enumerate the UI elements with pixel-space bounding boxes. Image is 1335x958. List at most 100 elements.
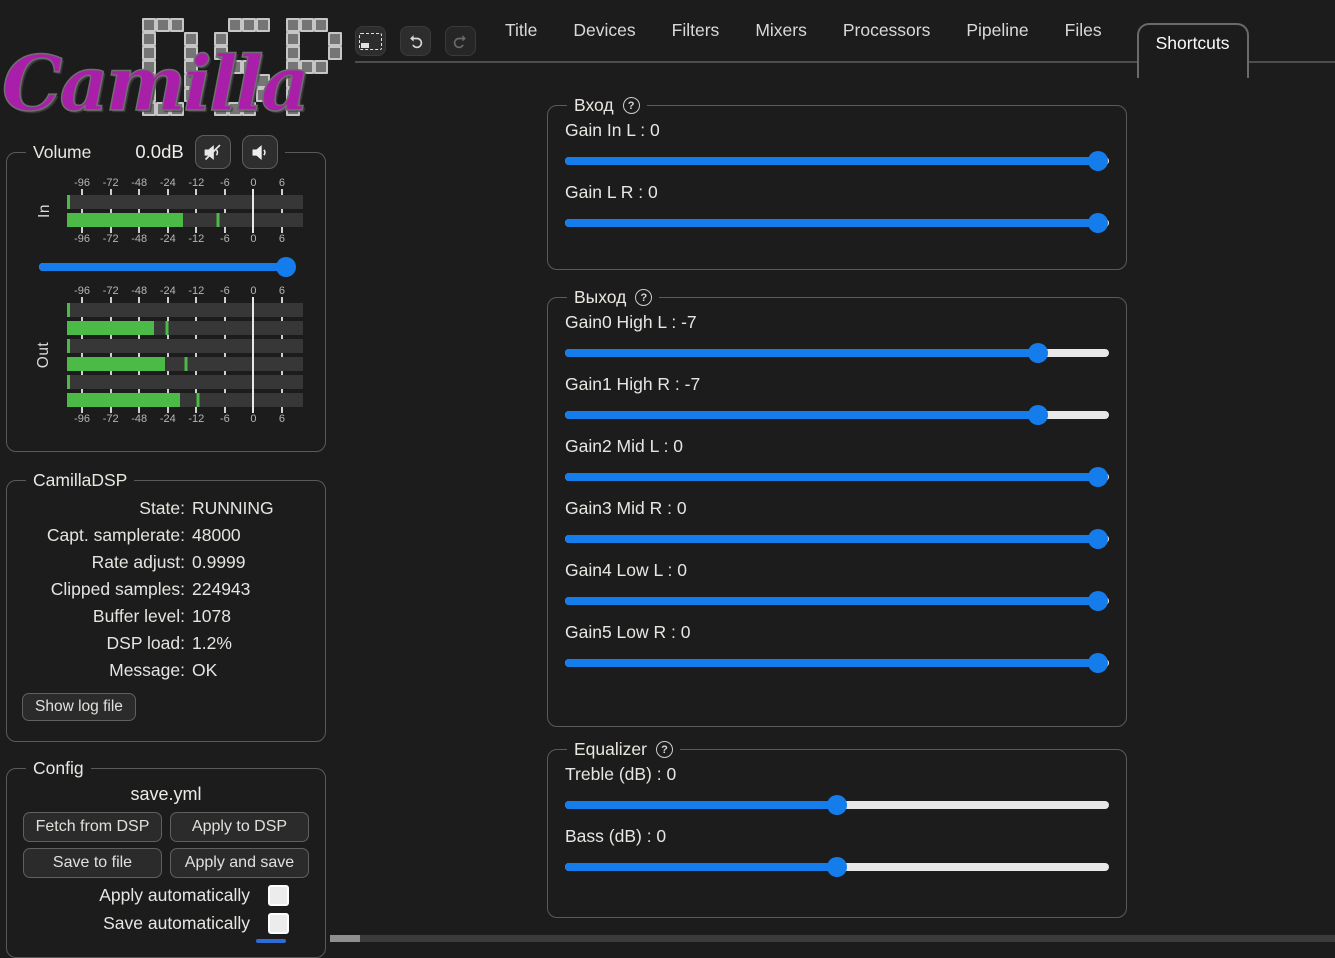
meter-bar <box>67 393 303 407</box>
apply-to-dsp-button[interactable]: Apply to DSP <box>170 812 309 842</box>
slider-thumb[interactable] <box>1088 653 1109 673</box>
slider-thumb[interactable] <box>1088 151 1109 171</box>
pixel-cell <box>170 18 184 32</box>
apply-automatically-checkbox[interactable] <box>268 885 289 906</box>
meter-scale-tick-label: -24 <box>159 177 176 189</box>
tab-files[interactable]: Files <box>1064 18 1103 43</box>
slider-thumb[interactable] <box>827 795 847 815</box>
status-label-state: State: <box>139 498 185 518</box>
slider-fill <box>565 349 1039 357</box>
meter-fill <box>67 303 70 317</box>
level-meter-in: In -96 -72 -48 -24 -12 -6 0 6 -96 -72 -48 -24 -12 -6 0 6 <box>22 177 310 245</box>
slider-gain5-low-r[interactable] <box>565 653 1109 673</box>
save-to-file-button[interactable]: Save to file <box>23 848 162 878</box>
help-icon[interactable]: ? <box>635 289 653 306</box>
meter-scale-tick-label: -48 <box>131 285 148 297</box>
slider-fill <box>565 801 837 809</box>
meter-scale-tick-label: 6 <box>278 413 286 425</box>
pixel-cell <box>242 18 256 32</box>
slider-gain0-high-l[interactable] <box>565 343 1109 363</box>
horizontal-scrollbar-thumb[interactable] <box>330 935 360 942</box>
slider-gain3-mid-r[interactable] <box>565 529 1109 549</box>
slider-thumb[interactable] <box>1028 343 1049 363</box>
status-value-dsp-load: 1.2% <box>192 633 232 653</box>
dashed-rectangle-icon <box>359 32 382 50</box>
status-value-buffer-level: 1078 <box>192 606 231 626</box>
help-icon[interactable]: ? <box>655 741 673 758</box>
tab-devices[interactable]: Devices <box>572 18 636 43</box>
tab-mixers[interactable]: Mixers <box>754 18 808 43</box>
volume-slider[interactable] <box>39 257 297 277</box>
status-label-clipped-samples: Clipped samples: <box>50 579 185 599</box>
slider-thumb[interactable] <box>1088 591 1109 611</box>
slider-thumb[interactable] <box>1088 529 1109 549</box>
section-title: Вход <box>574 95 614 115</box>
slider-thumb[interactable] <box>827 857 847 877</box>
slider-gain2-mid-l[interactable] <box>565 467 1109 487</box>
redo-button[interactable] <box>445 26 476 56</box>
volume-button[interactable] <box>241 135 278 169</box>
meter-scale-tick-label: -6 <box>219 177 230 189</box>
meter-bars <box>67 189 303 233</box>
slider-label-gain1-high-r: Gain1 High R : -7 <box>565 374 701 394</box>
meter-peak-indicator <box>165 321 169 335</box>
meter-bar <box>67 339 303 353</box>
volume-slider-thumb[interactable] <box>276 257 297 277</box>
meter-bar <box>67 357 303 371</box>
slider-gain-in-l[interactable] <box>565 151 1109 171</box>
help-icon[interactable]: ? <box>622 97 640 114</box>
meter-scale-row: -96 -72 -48 -24 -12 -6 0 6 <box>67 177 303 189</box>
meter-scale-tick-label: -48 <box>131 233 148 245</box>
save-automatically-checkbox[interactable] <box>268 913 289 934</box>
slider-label-gain5-low-r: Gain5 Low R : 0 <box>565 622 691 642</box>
status-grid: State: RUNNING Capt. samplerate: 48000 Rate … <box>22 495 310 684</box>
slider-fill <box>565 411 1039 419</box>
compact-view-button[interactable] <box>355 26 386 56</box>
meter-scale-tick-label: 6 <box>278 177 286 189</box>
slider-thumb[interactable] <box>1088 467 1109 487</box>
tab-filters[interactable]: Filters <box>671 18 721 43</box>
slider-treble-db[interactable] <box>565 795 1109 815</box>
slider-thumb[interactable] <box>1028 405 1049 425</box>
mute-button[interactable] <box>194 135 231 169</box>
meter-fill <box>67 393 181 407</box>
redo-arrow-icon <box>451 32 470 51</box>
status-label-rate-adjust: Rate adjust: <box>91 552 185 572</box>
fetch-from-dsp-button[interactable]: Fetch from DSP <box>23 812 162 842</box>
horizontal-scrollbar[interactable] <box>330 935 1335 942</box>
logo-camilla-script: Camilla <box>1 39 311 128</box>
config-legend: Config <box>33 758 84 778</box>
tab-pipeline[interactable]: Pipeline <box>965 18 1029 43</box>
pixel-cell <box>314 18 328 32</box>
pixel-cell <box>228 18 242 32</box>
slider-item-gain5-low-r: Gain5 Low R : 0 <box>565 622 1109 673</box>
pixel-cell <box>328 32 342 46</box>
apply-automatically-label: Apply automatically <box>99 885 250 905</box>
slider-gain1-high-r[interactable] <box>565 405 1109 425</box>
undo-button[interactable] <box>400 26 431 56</box>
meter-scale-tick-label: -24 <box>159 413 176 425</box>
meter-bar <box>67 375 303 389</box>
slider-fill <box>565 659 1099 667</box>
meter-scale-tick-label: -72 <box>102 177 119 189</box>
slider-item-gain3-mid-r: Gain3 Mid R : 0 <box>565 498 1109 549</box>
apply-and-save-button[interactable]: Apply and save <box>170 848 309 878</box>
tab-shortcuts[interactable]: Shortcuts <box>1136 23 1249 78</box>
tab-processors[interactable]: Processors <box>842 18 932 43</box>
show-log-file-button[interactable]: Show log file <box>22 693 136 721</box>
status-value-message: OK <box>192 660 218 680</box>
volume-title: Volume <box>33 141 92 162</box>
meter-label-text: In <box>35 204 53 218</box>
status-value-capt-samplerate: 48000 <box>192 525 241 545</box>
config-filename: save.yml <box>130 784 202 804</box>
meter-bar <box>67 303 303 317</box>
volume-slider-fill <box>39 263 287 271</box>
slider-gain-l-r[interactable] <box>565 213 1109 233</box>
slider-fill <box>565 863 837 871</box>
slider-bass-db[interactable] <box>565 857 1109 877</box>
slider-item-bass-db: Bass (dB) : 0 <box>565 826 1109 877</box>
slider-gain4-low-l[interactable] <box>565 591 1109 611</box>
status-value-state: RUNNING <box>192 498 274 518</box>
slider-thumb[interactable] <box>1088 213 1109 233</box>
tab-title[interactable]: Title <box>504 18 538 43</box>
